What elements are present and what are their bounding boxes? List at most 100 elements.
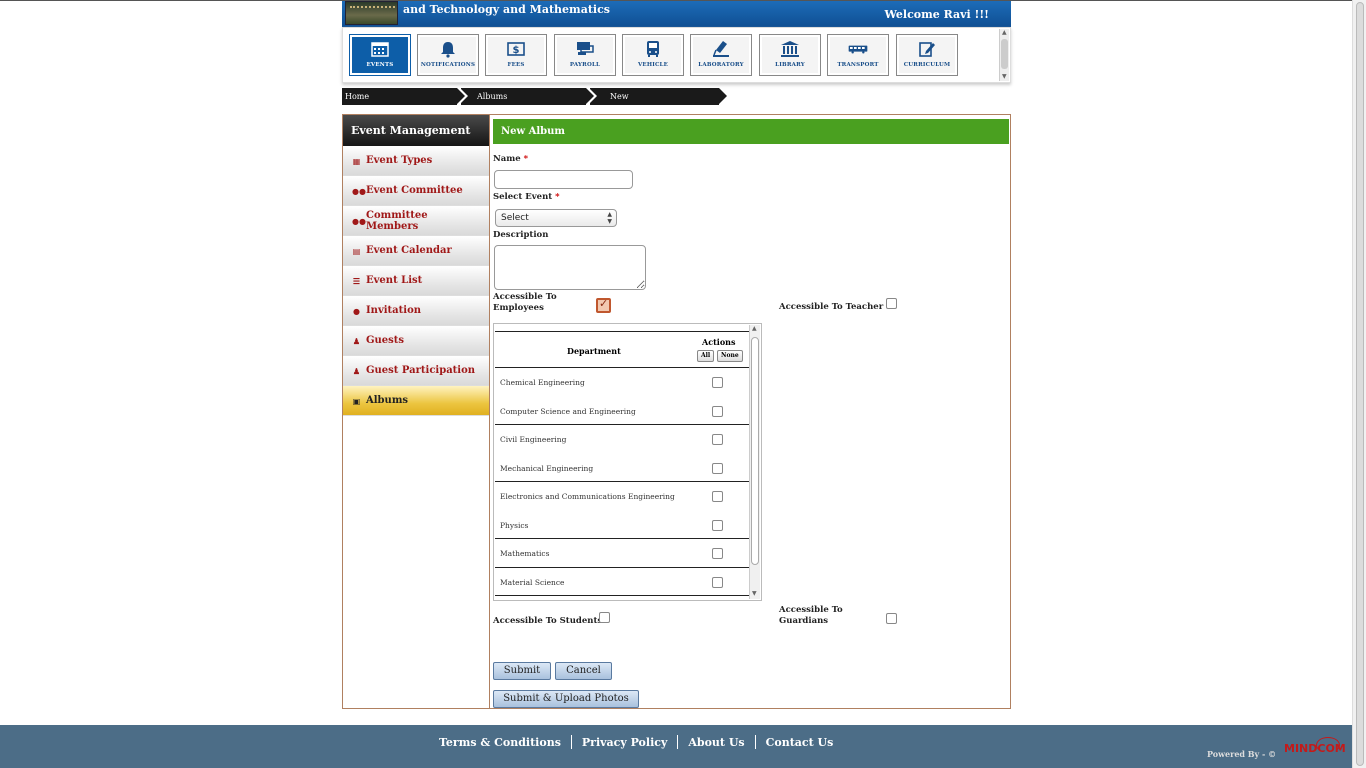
footer-link-privacy[interactable]: Privacy Policy: [582, 736, 667, 749]
select-all-button[interactable]: All: [697, 350, 715, 362]
accessible-employees-checkbox[interactable]: [596, 297, 611, 313]
footer-link-about[interactable]: About Us: [688, 736, 744, 749]
select-none-button[interactable]: None: [717, 350, 743, 362]
sidebar-item-event-calendar[interactable]: ▤ Event Calendar: [343, 236, 489, 266]
cancel-button[interactable]: Cancel: [555, 662, 612, 680]
department-column-header: Department: [567, 346, 621, 356]
svg-text:$: $: [513, 45, 520, 56]
name-label: Name *: [493, 154, 529, 164]
department-name: Mechanical Engineering: [500, 463, 594, 473]
comment-icon: ●: [353, 305, 360, 316]
sidebar-item-committee-members[interactable]: ●● Committee Members: [343, 206, 489, 236]
module-label: TRANSPORT: [837, 62, 879, 68]
form-heading: New Album: [493, 119, 1009, 144]
scrollbar-thumb[interactable]: [1001, 39, 1008, 69]
page-scrollbar-thumb[interactable]: [1356, 2, 1364, 766]
module-bar-scrollbar[interactable]: ▲ ▼: [999, 29, 1009, 81]
sidebar-item-guests[interactable]: ♟ Guests: [343, 326, 489, 356]
scroll-up-arrow-icon[interactable]: ▲: [1002, 29, 1007, 36]
list-icon: ☰: [352, 275, 361, 286]
mindcom-logo[interactable]: MINDCOM: [1284, 737, 1346, 755]
module-laboratory[interactable]: LABORATORY: [690, 34, 752, 76]
calendar-icon: ▤: [352, 245, 361, 256]
department-table: Department Actions All None Chemical Eng…: [493, 323, 762, 601]
department-name: Mathematics: [500, 549, 550, 558]
picture-icon: ▣: [352, 395, 361, 406]
department-name: Civil Engineering: [500, 435, 567, 444]
group-icon: ●●: [352, 185, 366, 196]
event-select[interactable]: Select ▲ ▼: [495, 209, 617, 227]
accessible-teacher-label: Accessible To Teacher: [779, 302, 884, 312]
sidebar-item-event-types[interactable]: ▦ Event Types: [343, 146, 489, 176]
dollar-bill-icon: $: [506, 40, 526, 57]
name-input[interactable]: [494, 170, 633, 189]
scrollbar-thumb[interactable]: [751, 337, 759, 565]
sidebar-item-label: Event List: [366, 275, 423, 286]
sidebar-item-albums[interactable]: ▣ Albums: [343, 386, 489, 416]
module-curriculum[interactable]: CURRICULUM: [896, 34, 958, 76]
breadcrumb-albums[interactable]: Albums: [460, 88, 594, 105]
module-vehicle[interactable]: VEHICLE: [622, 34, 684, 76]
flask-icon: [711, 40, 731, 57]
department-checkbox[interactable]: [712, 576, 723, 588]
module-label: FEES: [507, 62, 525, 68]
calendar-icon: [370, 40, 390, 57]
site-header: and Technology and Mathematics Welcome R…: [342, 1, 1011, 27]
department-checkbox[interactable]: [712, 491, 723, 502]
submit-button[interactable]: Submit: [493, 662, 551, 680]
sidebar-item-label: Guest Participation: [366, 365, 476, 376]
main-panel: Event Management ▦ Event Types ●● Event Co…: [342, 114, 1011, 709]
module-label: EVENTS: [366, 62, 394, 68]
accessible-guardians-checkbox[interactable]: [886, 613, 897, 624]
module-label: PAYROLL: [569, 62, 601, 68]
department-checkbox[interactable]: [712, 434, 723, 445]
header-title: and Technology and Mathematics: [403, 3, 610, 16]
department-name: Material Science: [500, 577, 565, 587]
updown-arrows-icon: ▲ ▼: [607, 211, 612, 225]
module-payroll[interactable]: PAYROLL: [554, 34, 616, 76]
edit-document-icon: [917, 40, 937, 57]
module-label: LABORATORY: [698, 62, 744, 68]
sidebar-item-label: Event Committee: [366, 185, 463, 196]
department-checkbox[interactable]: [712, 405, 723, 417]
sidebar-item-guest-participation[interactable]: ♟ Guest Participation: [343, 356, 489, 386]
table-row: Civil Engineering: [495, 425, 749, 454]
welcome-text: Welcome Ravi !!!: [884, 8, 989, 21]
department-checkbox[interactable]: [712, 519, 723, 531]
scroll-up-arrow-icon[interactable]: ▲: [752, 325, 757, 332]
table-row: Mathematics: [495, 539, 749, 568]
accessible-teacher-checkbox[interactable]: [886, 298, 897, 309]
scroll-down-arrow-icon[interactable]: ▼: [1002, 73, 1007, 80]
module-label: VEHICLE: [637, 62, 669, 68]
divider: [570, 735, 572, 749]
department-checkbox[interactable]: [712, 548, 723, 559]
sidebar-item-label: Guests: [366, 335, 405, 346]
module-fees[interactable]: $ FEES: [485, 34, 547, 76]
powered-by-text: Powered By - ©: [1207, 749, 1277, 759]
department-table-scrollbar[interactable]: ▲ ▼: [749, 325, 760, 599]
module-bar: EVENTS NOTIFICATIONS $ FEES PAYROLL VEHI…: [342, 27, 1011, 83]
sidebar-item-invitation[interactable]: ● Invitation: [343, 296, 489, 326]
sidebar-item-event-committee[interactable]: ●● Event Committee: [343, 176, 489, 206]
scroll-down-arrow-icon[interactable]: ▼: [752, 590, 757, 597]
module-events[interactable]: EVENTS: [349, 34, 411, 76]
module-label: LIBRARY: [775, 62, 805, 68]
department-checkbox[interactable]: [712, 462, 723, 474]
footer-link-terms[interactable]: Terms & Conditions: [439, 736, 561, 749]
breadcrumb-home[interactable]: Home: [342, 88, 465, 105]
module-library[interactable]: LIBRARY: [759, 34, 821, 76]
page-scrollbar[interactable]: [1352, 0, 1366, 768]
actions-column-header: Actions: [702, 337, 736, 347]
department-checkbox[interactable]: [712, 377, 723, 388]
accessible-students-label: Accessible To Students: [493, 616, 603, 626]
department-name: Computer Science and Engineering: [500, 406, 636, 416]
submit-upload-photos-button[interactable]: Submit & Upload Photos: [493, 690, 639, 708]
module-notifications[interactable]: NOTIFICATIONS: [417, 34, 479, 76]
accessible-employees-label: Accessible To Employees: [493, 292, 557, 313]
accessible-students-checkbox[interactable]: [599, 612, 610, 623]
sidebar-item-event-list[interactable]: ☰ Event List: [343, 266, 489, 296]
description-textarea[interactable]: [494, 245, 646, 290]
sidebar-item-label: Invitation: [366, 305, 422, 316]
footer-link-contact[interactable]: Contact Us: [766, 736, 834, 749]
module-transport[interactable]: TRANSPORT: [827, 34, 889, 76]
